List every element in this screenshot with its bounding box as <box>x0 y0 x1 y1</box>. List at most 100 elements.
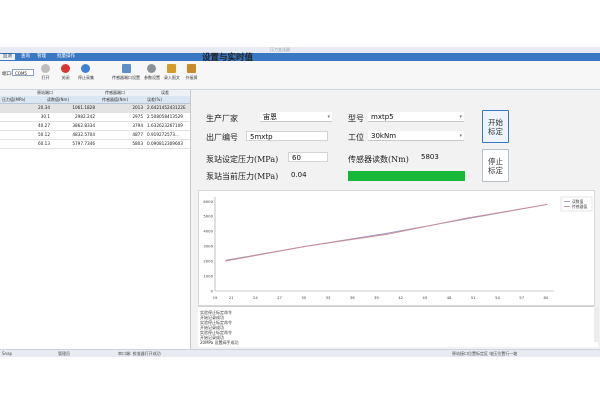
data-point <box>546 203 548 205</box>
table-cell: 4877 <box>132 132 143 137</box>
toolbar-ribbon: 端口号 COM5 打开 关闭 停止采集 传感器端口设置 参数设置 录入报文 外接… <box>0 61 600 90</box>
close-button-label: 关闭 <box>61 75 70 80</box>
edit-icon <box>167 64 176 73</box>
y-tick-label: 1000 <box>203 273 213 278</box>
x-tick-label: 19 <box>213 295 218 300</box>
status-message: 串口端: 校准器打开成功 <box>118 351 161 356</box>
external-screen-button[interactable]: 外接屏 <box>184 64 199 81</box>
x-tick-label: 42 <box>398 295 403 300</box>
column-header[interactable]: 传感器值(Nm) <box>100 96 145 103</box>
log-line: 20MPa 设置阀手成功 <box>200 340 239 345</box>
open-button[interactable]: 打开 <box>38 64 53 81</box>
play-icon <box>41 64 50 73</box>
condition-label: 工位 <box>348 133 364 142</box>
manufacturer-select[interactable]: 宙恩 ▾ <box>260 112 332 122</box>
table-row[interactable]: 20.34 1061.1828 2013 2.642145243122E <box>0 104 190 113</box>
line-chart-svg: 0 1000 2000 3000 4000 5000 6000 19 21 24 27 30 33 36 3… <box>203 196 593 300</box>
y-tick-label: 0 <box>211 288 214 293</box>
y-tick-label: 6000 <box>203 199 213 204</box>
sensor-reading-label: 传感器读数(Nm) <box>348 155 409 164</box>
x-tick-label: 21 <box>229 295 234 300</box>
chevron-down-icon: ▾ <box>459 114 462 120</box>
sensor-port-settings-label: 传感器端口设置 <box>112 75 140 80</box>
table-cell: 5803 <box>132 141 143 146</box>
set-pressure-input[interactable]: 60 <box>288 152 328 162</box>
serial-input[interactable]: 5mxtp <box>246 131 328 141</box>
condition-select[interactable]: 30kNm ▾ <box>368 131 464 141</box>
table-header: 压力值(MPa) 读数值(Nm) 传感器值(Nm) 误差(%) <box>0 96 190 104</box>
progress-fill <box>348 171 465 181</box>
x-tick-label: 51 <box>471 295 476 300</box>
y-tick-label: 4000 <box>203 229 213 234</box>
y-tick-label: 2000 <box>203 258 213 263</box>
table-cell: 2013 <box>132 105 143 110</box>
menu-item-manage[interactable]: 管理 <box>34 54 49 60</box>
current-pressure-display: 0.04 <box>288 170 328 180</box>
close-button[interactable]: 关闭 <box>58 64 73 81</box>
external-screen-label: 外接屏 <box>185 75 198 80</box>
stop-collect-label: 停止采集 <box>78 75 94 80</box>
x-tick-label: 27 <box>277 295 282 300</box>
table-cell: 2.642145243122E <box>147 105 186 110</box>
port-select[interactable]: COM5 <box>12 69 34 76</box>
menu-bar: 监测 查询 管理 批量操作 <box>0 53 600 61</box>
table-cell: 0.919272573... <box>147 132 179 137</box>
chevron-down-icon: ▾ <box>327 114 330 120</box>
log-scrollbar[interactable] <box>594 306 599 342</box>
x-tick-label: 24 <box>253 295 258 300</box>
table-cell: 1061.1828 <box>72 105 95 110</box>
sensor-reading-display: 5803 <box>418 152 466 162</box>
serial-label: 出厂编号 <box>206 133 238 142</box>
column-header[interactable]: 误差(%) <box>145 96 190 103</box>
param-settings-button[interactable]: 参数设置 <box>144 64 160 81</box>
table-row[interactable]: 60.13 5797.7346 5803 0.090812309603 <box>0 140 190 149</box>
pause-icon <box>81 64 90 73</box>
menu-item-batch[interactable]: 批量操作 <box>54 54 78 60</box>
status-bar: Snap 管理员 串口端: 校准器打开成功 原站接口位置标定区 电压位置行一坡 <box>0 349 600 357</box>
calibration-chart: 0 1000 2000 3000 4000 5000 6000 19 21 24 27 30 33 36 3… <box>198 190 595 306</box>
data-point <box>386 232 388 234</box>
column-header[interactable]: 读数值(Nm) <box>45 96 100 103</box>
start-calibration-button[interactable]: 开始 标定 <box>482 110 509 143</box>
enter-report-button[interactable]: 录入报文 <box>164 64 180 81</box>
stop-calibration-button[interactable]: 停止 标定 <box>482 149 509 182</box>
condition-value: 30kNm <box>371 132 397 140</box>
table-cell: 0.090812309603 <box>147 141 183 146</box>
y-tick-label: 3000 <box>203 244 213 249</box>
current-pressure-label: 泵站当前压力(MPa) <box>206 172 279 181</box>
menu-item-query[interactable]: 查询 <box>18 54 33 60</box>
manufacturer-label: 生产厂家 <box>206 114 238 123</box>
y-tick-label: 5000 <box>203 214 213 219</box>
x-tick-label: 60 <box>544 295 549 300</box>
stop-collect-button[interactable]: 停止采集 <box>78 64 94 81</box>
open-button-label: 打开 <box>41 75 50 80</box>
set-pressure-label: 泵站设定压力(MPa) <box>206 155 279 164</box>
table-row[interactable]: 40.27 3862.8334 3794 1.632623267109 <box>0 122 190 131</box>
table-cell: 3862.8334 <box>72 123 95 128</box>
data-point <box>304 246 306 248</box>
chevron-down-icon: ▾ <box>459 133 462 139</box>
table-cell: 2975 <box>132 114 143 119</box>
table-cell: 5797.7346 <box>72 141 95 146</box>
monitor-icon <box>121 64 131 73</box>
settings-section-title: 设置与实时值 <box>202 53 254 63</box>
series-line-2 <box>225 203 548 262</box>
edit-icon <box>187 64 196 73</box>
table-cell: 60.13 <box>38 141 50 146</box>
menu-item-monitor[interactable]: 监测 <box>0 54 15 60</box>
model-select[interactable]: mxtp5 ▾ <box>368 112 464 122</box>
port-select-value: COM5 <box>15 71 27 76</box>
data-point <box>225 260 227 262</box>
sensor-reading-value: 5803 <box>421 153 439 161</box>
sensor-port-settings-button[interactable]: 传感器端口设置 <box>112 64 140 81</box>
x-tick-label: 54 <box>495 295 500 300</box>
enter-report-label: 录入报文 <box>164 75 180 80</box>
manufacturer-value: 宙恩 <box>263 113 277 121</box>
table-row[interactable]: 50.12 4832.5704 4877 0.919272573... <box>0 131 190 140</box>
x-tick-label: 45 <box>422 295 427 300</box>
param-settings-label: 参数设置 <box>144 75 160 80</box>
status-user: 管理员 <box>58 351 70 356</box>
table-row[interactable]: 30.1 2982.242 2975 2.508058413529 <box>0 113 190 122</box>
data-point <box>386 233 388 235</box>
column-header[interactable]: 压力值(MPa) <box>0 96 45 103</box>
